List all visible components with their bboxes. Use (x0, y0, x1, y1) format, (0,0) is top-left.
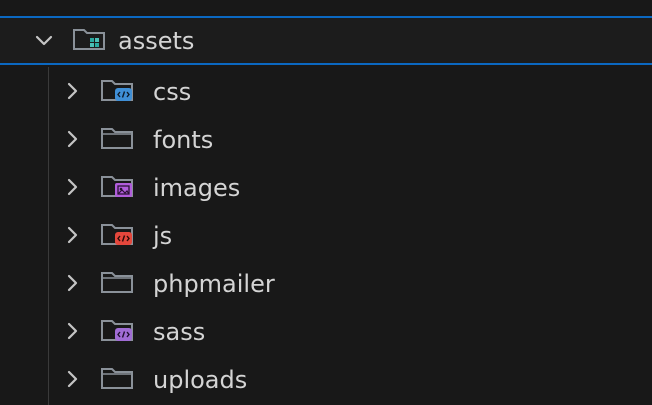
chevron-right-icon[interactable] (61, 128, 83, 150)
tree-row-css[interactable]: css (0, 68, 652, 116)
chevron-right-icon[interactable] (61, 224, 83, 246)
folder-icon (101, 272, 133, 293)
chevron-right-icon[interactable] (61, 272, 83, 294)
tree-row-assets[interactable]: assets (0, 16, 652, 65)
folder-icon (101, 368, 133, 389)
tree-row-images[interactable]: images (0, 164, 652, 212)
chevron-down-icon[interactable] (33, 30, 55, 52)
chevron-right-icon[interactable] (61, 176, 83, 198)
tree-row-js[interactable]: js (0, 212, 652, 260)
tree-row-label: css (153, 78, 192, 106)
tree-row-label: assets (118, 27, 195, 55)
folder-images-icon (101, 176, 133, 197)
tree-row-label: uploads (153, 366, 248, 394)
chevron-right-icon[interactable] (61, 80, 83, 102)
folder-assets-icon (73, 29, 105, 50)
tree-row-sass[interactable]: sass (0, 308, 652, 356)
chevron-right-icon[interactable] (61, 320, 83, 342)
tree-row-label: images (153, 174, 241, 202)
tree-row-label: js (153, 222, 173, 250)
tree-row-label: sass (153, 318, 206, 346)
tree-row-label: fonts (153, 126, 214, 154)
folder-css-icon (101, 80, 133, 101)
tree-row-phpmailer[interactable]: phpmailer (0, 260, 652, 308)
folder-js-icon (101, 224, 133, 245)
tree-row-label: phpmailer (153, 270, 275, 298)
tree-row-fonts[interactable]: fonts (0, 116, 652, 164)
chevron-right-icon[interactable] (61, 368, 83, 390)
folder-sass-icon (101, 320, 133, 341)
folder-icon (101, 128, 133, 149)
tree-row-uploads[interactable]: uploads (0, 356, 652, 404)
file-explorer: assets css fonts images js phpmailer sas… (0, 0, 652, 405)
